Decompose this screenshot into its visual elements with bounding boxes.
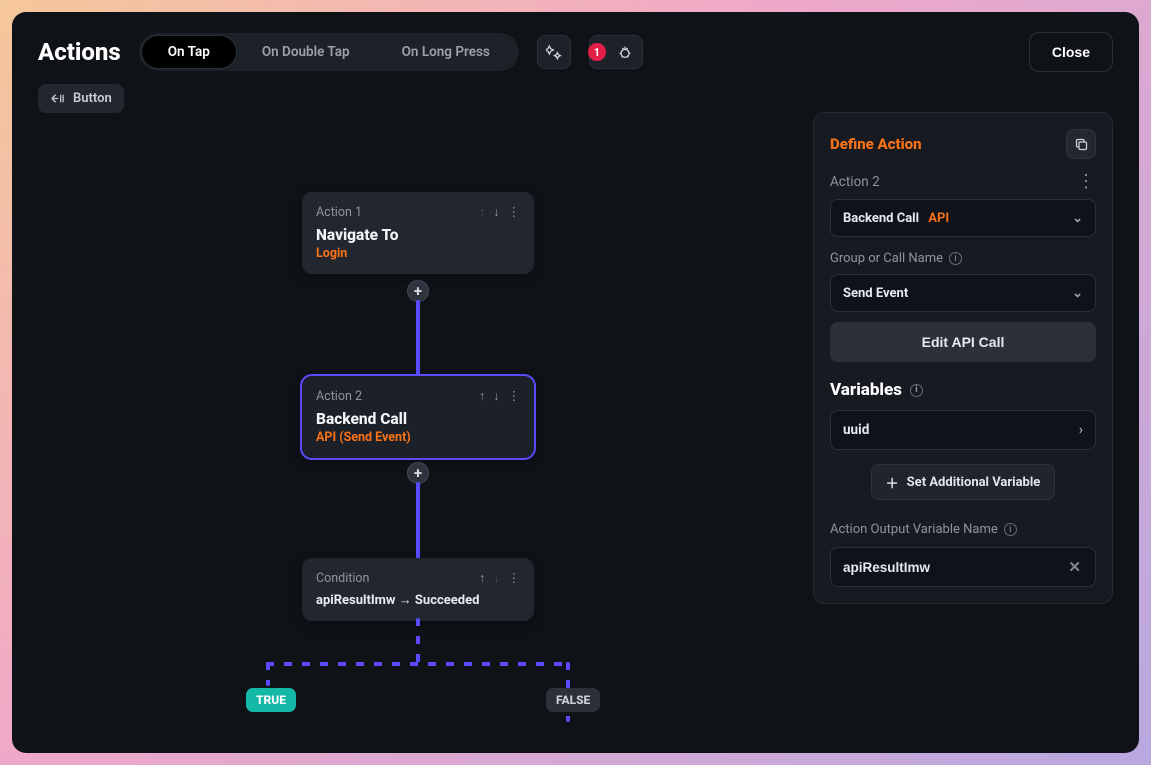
node2-sub: API (Send Event) (316, 430, 520, 445)
action-node-2[interactable]: Action 2 ↑ ↓ ⋮ Backend Call API (Send Ev… (302, 376, 534, 458)
info-icon[interactable]: i (949, 252, 962, 265)
node-menu-icon[interactable]: ⋮ (508, 570, 521, 586)
node-menu-icon[interactable]: ⋮ (508, 388, 521, 404)
app-frame: Actions On Tap On Double Tap On Long Pre… (12, 12, 1139, 753)
branch-false[interactable]: FALSE (546, 688, 600, 712)
group-call-select[interactable]: Send Event ⌄ (830, 274, 1096, 312)
connector-dashed-h (266, 662, 570, 666)
node1-sub: Login (316, 246, 520, 261)
move-up-icon[interactable]: ↑ (479, 571, 485, 586)
node1-title: Navigate To (316, 226, 520, 244)
add-action-button-1[interactable]: + (407, 280, 429, 302)
variables-heading: Variables i (830, 380, 1096, 400)
move-down-icon[interactable]: ↓ (493, 571, 499, 586)
output-var-field[interactable]: ✕ (830, 547, 1096, 587)
connector-dashed-true (266, 662, 270, 686)
panel-heading: Define Action (830, 135, 922, 153)
group-call-label: Group or Call Name i (830, 251, 1096, 266)
node3-label: Condition (316, 571, 369, 586)
condition-node[interactable]: Condition ↑ ↓ ⋮ apiResultImw → Succeeded (302, 558, 534, 621)
node2-title: Backend Call (316, 410, 520, 428)
info-icon[interactable]: i (1004, 523, 1017, 536)
widget-chip[interactable]: Button (38, 84, 124, 113)
magic-icon[interactable] (537, 35, 571, 69)
branch-true[interactable]: TRUE (246, 688, 296, 712)
tab-on-long-press[interactable]: On Long Press (376, 36, 516, 68)
variable-uuid[interactable]: uuid › (830, 410, 1096, 450)
connector-dashed-v1 (416, 618, 420, 664)
page-title: Actions (38, 38, 121, 66)
chevron-down-icon: ⌄ (1072, 211, 1083, 226)
tab-on-double-tap[interactable]: On Double Tap (236, 36, 376, 68)
node-menu-icon[interactable]: ⋮ (508, 204, 521, 220)
action-type-main: Backend Call (843, 211, 919, 226)
action-type-sub: API (928, 211, 949, 226)
plus-icon: ＋ (886, 473, 899, 492)
action-menu-icon[interactable]: ⋮ (1077, 173, 1096, 191)
widget-chip-label: Button (73, 91, 112, 106)
move-up-icon[interactable]: ↑ (479, 389, 485, 404)
move-down-icon[interactable]: ↓ (493, 205, 499, 220)
error-count-badge: 1 (588, 43, 606, 61)
group-call-value: Send Event (843, 286, 908, 301)
node2-label: Action 2 (316, 389, 362, 404)
flow-canvas[interactable]: Action 1 ↑ ↓ ⋮ Navigate To Login + Actio… (38, 132, 799, 753)
clear-icon[interactable]: ✕ (1064, 554, 1085, 580)
trigger-tabs: On Tap On Double Tap On Long Press (139, 33, 519, 71)
output-var-label: Action Output Variable Name i (830, 522, 1096, 537)
copy-action-icon[interactable] (1066, 129, 1096, 159)
header: Actions On Tap On Double Tap On Long Pre… (38, 32, 1113, 72)
action-node-1[interactable]: Action 1 ↑ ↓ ⋮ Navigate To Login (302, 192, 534, 274)
edit-api-call-button[interactable]: Edit API Call (830, 322, 1096, 362)
output-var-input[interactable] (843, 560, 1064, 575)
chevron-down-icon: ⌄ (1072, 286, 1083, 301)
action-properties-panel: Define Action Action 2 ⋮ Backend Call AP… (813, 112, 1113, 604)
action-type-select[interactable]: Backend Call API ⌄ (830, 199, 1096, 237)
close-button[interactable]: Close (1029, 32, 1113, 72)
variable-name: uuid (843, 422, 869, 438)
add-variable-button[interactable]: ＋ Set Additional Variable (871, 464, 1056, 500)
add-action-button-2[interactable]: + (407, 462, 429, 484)
panel-action-label: Action 2 (830, 174, 880, 190)
move-up-icon[interactable]: ↑ (479, 205, 485, 220)
chevron-right-icon: › (1079, 422, 1083, 438)
connector-2 (416, 482, 420, 560)
node1-label: Action 1 (316, 205, 362, 220)
connector-1 (416, 300, 420, 378)
errors-button[interactable]: 1 (589, 35, 643, 69)
tab-on-tap[interactable]: On Tap (142, 36, 236, 68)
info-icon[interactable]: i (910, 384, 923, 397)
condition-text: apiResultImw → Succeeded (316, 592, 520, 608)
move-down-icon[interactable]: ↓ (493, 389, 499, 404)
breadcrumb: Button (38, 84, 1113, 113)
